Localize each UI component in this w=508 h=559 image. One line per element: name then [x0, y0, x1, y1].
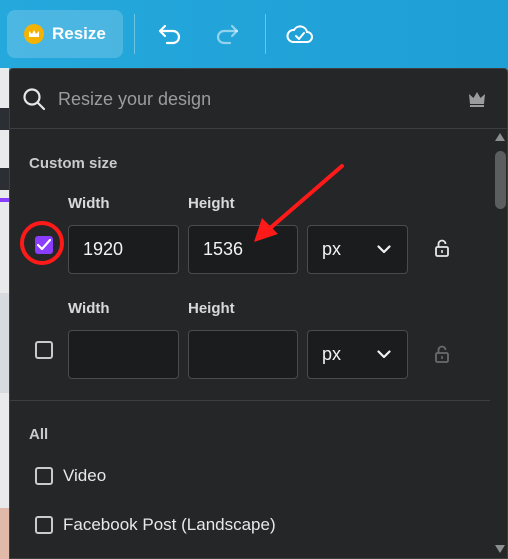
video-checkbox[interactable] [35, 467, 53, 485]
resize-button-label: Resize [52, 24, 106, 43]
crown-icon [469, 92, 485, 107]
toolbar-divider [134, 14, 135, 54]
facebook-post-checkbox[interactable] [35, 516, 53, 534]
resize-panel: Custom size Width Height 1920 1536 px Wi… [9, 68, 508, 559]
toolbar-divider [265, 14, 266, 54]
height-input-2[interactable] [188, 330, 298, 379]
top-toolbar: Resize [0, 0, 508, 68]
custom-size-checkbox-2[interactable] [35, 341, 53, 359]
all-section-title: All [29, 426, 49, 443]
width-label: Width [68, 300, 110, 317]
height-label: Height [188, 195, 235, 212]
scroll-down-icon[interactable] [495, 545, 505, 553]
undo-icon[interactable] [155, 19, 185, 49]
list-item-facebook-post-landscape[interactable]: Facebook Post (Landscape) [63, 515, 276, 535]
highlight-circle-annotation [20, 221, 64, 265]
search-icon [23, 88, 46, 111]
search-input[interactable] [58, 86, 438, 112]
unlocked-icon[interactable] [435, 345, 449, 363]
scrollbar[interactable] [491, 129, 507, 558]
list-item-video[interactable]: Video [63, 466, 106, 486]
unlocked-icon[interactable] [435, 239, 449, 257]
section-divider [10, 400, 490, 401]
custom-size-title: Custom size [29, 155, 118, 172]
width-input-1[interactable]: 1920 [68, 225, 179, 274]
search-bar [10, 69, 507, 129]
chevron-down-icon [377, 245, 391, 254]
width-label: Width [68, 195, 110, 212]
resize-button[interactable]: Resize [7, 10, 123, 58]
chevron-down-icon [377, 350, 391, 359]
arrow-annotation [254, 164, 344, 242]
scroll-thumb[interactable] [495, 151, 506, 209]
cloud-saved-icon[interactable] [285, 19, 315, 49]
height-label: Height [188, 300, 235, 317]
scroll-up-icon[interactable] [495, 133, 505, 141]
width-input-2[interactable] [68, 330, 179, 379]
redo-icon[interactable] [212, 19, 242, 49]
crown-icon [24, 24, 44, 44]
unit-value: px [322, 344, 342, 364]
canvas-edge [0, 68, 9, 559]
unit-select-2[interactable]: px [307, 330, 408, 379]
